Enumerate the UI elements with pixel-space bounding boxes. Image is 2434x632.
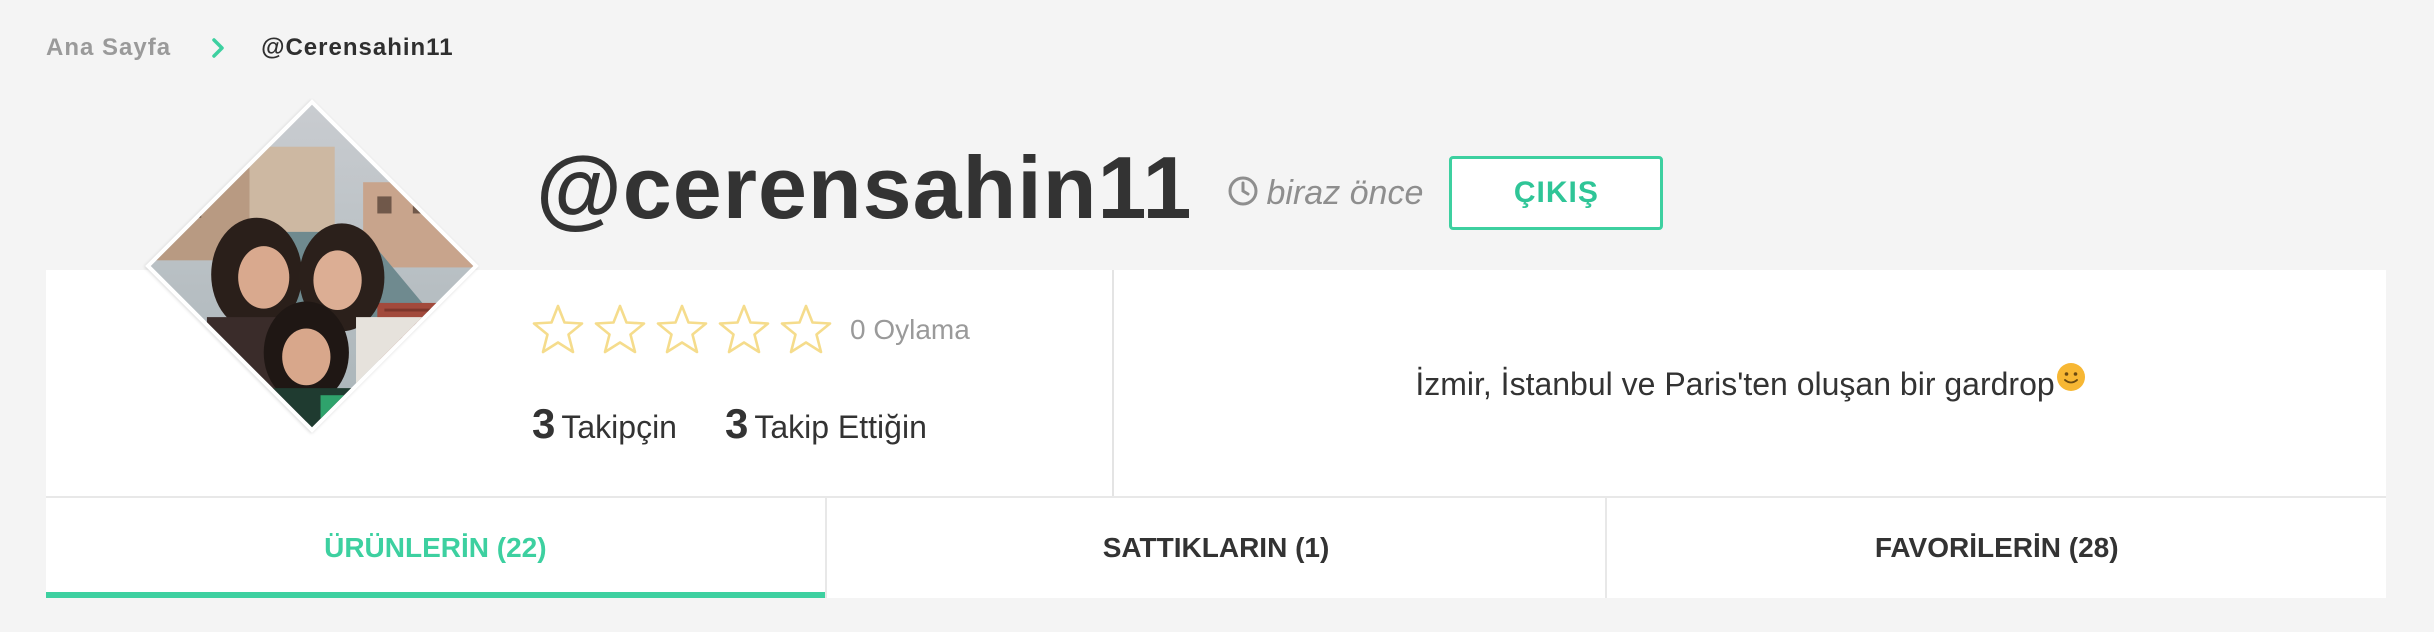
last-seen: biraz önce — [1227, 173, 1424, 213]
bio-text: İzmir, İstanbul ve Paris'ten oluşan bir … — [1415, 363, 2085, 403]
profile-tabs: ÜRÜNLERİN (22) SATTIKLARIN (1) FAVORİLER… — [46, 496, 2386, 598]
followers-label[interactable]: Takipçin — [561, 409, 677, 446]
follow-stats: 3 Takipçin 3 Takip Ettiğin — [532, 400, 927, 448]
tab-sold[interactable]: SATTIKLARIN (1) — [824, 498, 1606, 598]
clock-icon — [1227, 175, 1259, 212]
breadcrumb: Ana Sayfa @Cerensahin11 — [46, 28, 454, 68]
profile-header: @cerensahin11 biraz önce ÇIKIŞ — [536, 138, 1664, 238]
star-outline-icon[interactable] — [592, 302, 648, 358]
tab-favorites[interactable]: FAVORİLERİN (28) — [1605, 498, 2386, 598]
last-seen-text: biraz önce — [1266, 173, 1424, 212]
tab-products[interactable]: ÜRÜNLERİN (22) — [46, 498, 825, 598]
profile-bio: İzmir, İstanbul ve Paris'ten oluşan bir … — [1114, 270, 2386, 496]
star-outline-icon[interactable] — [654, 302, 710, 358]
avatar-image — [145, 99, 479, 433]
rating: 0 Oylama — [530, 302, 970, 358]
breadcrumb-home-link[interactable]: Ana Sayfa — [46, 34, 171, 62]
breadcrumb-current: @Cerensahin11 — [261, 34, 454, 61]
profile-username: @cerensahin11 — [536, 138, 1193, 237]
smiley-emoji-icon — [2056, 363, 2085, 391]
rating-count: 0 Oylama — [850, 314, 970, 345]
rating-stars[interactable] — [530, 302, 840, 358]
star-outline-icon[interactable] — [778, 302, 834, 358]
following-label[interactable]: Takip Ettiğin — [754, 409, 927, 446]
logout-button[interactable]: ÇIKIŞ — [1449, 156, 1664, 230]
chevron-right-icon — [211, 36, 231, 60]
followers-count[interactable]: 3 — [532, 400, 555, 448]
star-outline-icon[interactable] — [716, 302, 772, 358]
star-outline-icon[interactable] — [530, 302, 586, 358]
following-count[interactable]: 3 — [725, 400, 748, 448]
profile-avatar[interactable] — [145, 99, 479, 433]
